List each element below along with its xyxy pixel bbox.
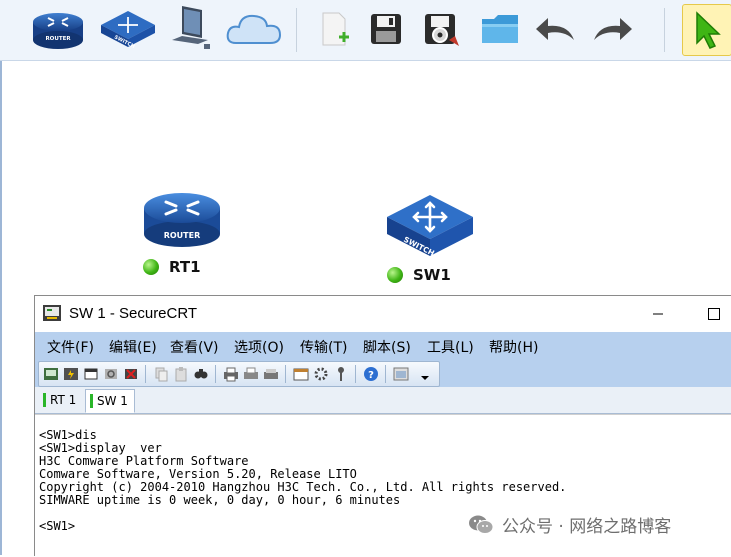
- menu-edit[interactable]: 编辑(E): [109, 337, 157, 357]
- wechat-icon: [469, 515, 494, 534]
- save-as-icon: [425, 14, 459, 46]
- icon-toolbar-strip: ?: [38, 361, 440, 387]
- help-icon[interactable]: ?: [363, 366, 379, 382]
- minimize-icon: [653, 313, 663, 315]
- sftp-icon[interactable]: [393, 366, 409, 382]
- quick-connect-icon[interactable]: [63, 366, 79, 382]
- minimize-button[interactable]: [643, 300, 673, 328]
- floppy-disk-icon: [371, 14, 401, 44]
- paste-icon[interactable]: [173, 366, 189, 382]
- reconnect-icon[interactable]: [103, 366, 119, 382]
- print-selection-icon[interactable]: [243, 366, 259, 382]
- connect-icon[interactable]: [43, 366, 59, 382]
- device-name-sw1: SW1: [413, 266, 451, 284]
- switch-tool-button[interactable]: SWITCH: [96, 4, 160, 54]
- router-icon: ROUTER: [33, 13, 83, 49]
- toolbar-separator: [145, 365, 146, 383]
- router-badge-label: ROUTER: [164, 231, 201, 240]
- icon-toolbar: ?: [35, 359, 731, 387]
- device-label-rt1: RT1: [143, 258, 201, 276]
- svg-text:?: ?: [368, 370, 374, 381]
- watermark-text: 公众号 · 网络之路博客: [502, 517, 672, 537]
- save-as-button[interactable]: [418, 4, 464, 54]
- menu-script[interactable]: 脚本(S): [363, 337, 411, 357]
- device-palette-toolbar: ROUTER SWITCH: [0, 0, 731, 61]
- copy-icon[interactable]: [153, 366, 169, 382]
- connect-tab-icon[interactable]: [83, 366, 99, 382]
- pointer-cursor-icon: [696, 11, 721, 49]
- device-label-sw1: SW1: [387, 266, 451, 284]
- watermark: 公众号 · 网络之路博客: [468, 512, 671, 537]
- menu-file[interactable]: 文件(F): [47, 337, 94, 357]
- menu-view[interactable]: 查看(V): [170, 337, 219, 357]
- toolbar-separator: [215, 365, 216, 383]
- print-icon[interactable]: [223, 366, 239, 382]
- toolbar-separator: [385, 365, 386, 383]
- switch-icon: SWITCH: [387, 195, 473, 258]
- new-file-icon: [322, 12, 349, 46]
- disconnect-icon[interactable]: [123, 366, 139, 382]
- save-button[interactable]: [364, 4, 408, 54]
- cloud-icon: [226, 14, 282, 44]
- toolbar-overflow-icon[interactable]: [419, 366, 431, 382]
- securecrt-app-icon: [43, 305, 61, 321]
- tab-rt1[interactable]: RT 1: [39, 389, 82, 411]
- toolbar-separator: [285, 365, 286, 383]
- tab-status-indicator: [90, 394, 93, 408]
- terminal-line: <SW1>: [39, 519, 76, 533]
- global-options-icon[interactable]: [313, 366, 329, 382]
- router-tool-button[interactable]: ROUTER: [28, 4, 88, 54]
- printer-setup-icon[interactable]: [263, 366, 279, 382]
- open-folder-button[interactable]: [476, 4, 524, 54]
- switch-device-sw1[interactable]: SWITCH: [383, 192, 477, 264]
- tab-sw1[interactable]: SW 1: [85, 389, 135, 413]
- menu-tools[interactable]: 工具(L): [427, 337, 474, 357]
- window-titlebar: SW 1 - SecureCRT: [35, 296, 731, 332]
- toolbar-separator: [355, 365, 356, 383]
- status-led: [387, 267, 403, 283]
- toolbar-separator: [296, 8, 297, 52]
- session-tab-bar: RT 1 SW 1: [35, 387, 731, 414]
- new-file-button[interactable]: [314, 4, 354, 54]
- pc-tool-button[interactable]: [166, 4, 214, 54]
- maximize-icon: [708, 308, 720, 320]
- menu-transfer[interactable]: 传输(T): [300, 337, 347, 357]
- undo-arrow-icon: [536, 18, 574, 40]
- window-title: SW 1 - SecureCRT: [69, 305, 198, 322]
- router-tool-label: ROUTER: [45, 36, 71, 42]
- device-name-rt1: RT1: [169, 258, 201, 276]
- key-icon[interactable]: [333, 366, 349, 382]
- menu-options[interactable]: 选项(O): [234, 337, 284, 357]
- canvas-border: [0, 61, 2, 555]
- undo-button[interactable]: [532, 4, 580, 54]
- tab-status-indicator: [43, 393, 46, 407]
- folder-icon: [482, 15, 518, 43]
- switch-icon: SWITCH: [101, 11, 155, 50]
- redo-button[interactable]: [588, 4, 636, 54]
- session-options-icon[interactable]: [293, 366, 309, 382]
- maximize-button[interactable]: [699, 300, 729, 328]
- pc-icon: [172, 6, 210, 49]
- cloud-tool-button[interactable]: [222, 4, 286, 54]
- terminal-line: SIMWARE uptime is 0 week, 0 day, 0 hour,…: [39, 493, 401, 507]
- toolbar-separator: [664, 8, 665, 52]
- menu-help[interactable]: 帮助(H): [489, 337, 538, 357]
- router-device-rt1[interactable]: ROUTER: [142, 188, 222, 254]
- tab-label: RT 1: [50, 393, 77, 407]
- router-icon: ROUTER: [144, 193, 220, 247]
- tab-label: SW 1: [97, 394, 128, 408]
- menu-bar: 文件(F) 编辑(E) 查看(V) 选项(O) 传输(T) 脚本(S) 工具(L…: [35, 332, 731, 359]
- status-led: [143, 259, 159, 275]
- select-pointer-button[interactable]: [682, 4, 731, 56]
- redo-arrow-icon: [594, 18, 632, 40]
- find-icon[interactable]: [193, 366, 209, 382]
